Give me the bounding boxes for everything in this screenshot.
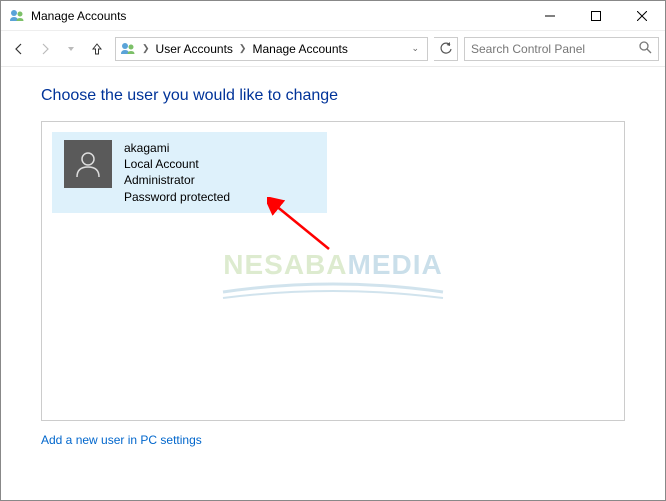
account-role: Administrator: [124, 172, 230, 188]
watermark-swoosh: [218, 274, 448, 304]
up-button[interactable]: [85, 37, 109, 61]
account-name: akagami: [124, 140, 230, 156]
avatar: [64, 140, 112, 188]
navbar: ❯ User Accounts ❯ Manage Accounts ⌄: [1, 31, 665, 67]
refresh-button[interactable]: [434, 37, 458, 61]
forward-button[interactable]: [33, 37, 57, 61]
breadcrumb-icon: [120, 41, 136, 57]
content-area: Choose the user you would like to change…: [1, 67, 665, 500]
app-icon: [9, 8, 25, 24]
breadcrumb[interactable]: ❯ User Accounts ❯ Manage Accounts ⌄: [115, 37, 428, 61]
page-heading: Choose the user you would like to change: [41, 87, 625, 105]
chevron-right-icon[interactable]: ❯: [237, 43, 249, 54]
search-icon[interactable]: [638, 40, 652, 57]
account-info: akagami Local Account Administrator Pass…: [124, 140, 230, 205]
close-button[interactable]: [619, 1, 665, 31]
search-box[interactable]: [464, 37, 659, 61]
account-tile[interactable]: akagami Local Account Administrator Pass…: [52, 132, 327, 213]
chevron-right-icon[interactable]: ❯: [140, 43, 152, 54]
breadcrumb-item-manage-accounts[interactable]: Manage Accounts: [250, 42, 349, 56]
account-type: Local Account: [124, 156, 230, 172]
recent-locations-button[interactable]: [59, 37, 83, 61]
accounts-panel: akagami Local Account Administrator Pass…: [41, 121, 625, 421]
breadcrumb-item-user-accounts[interactable]: User Accounts: [154, 42, 235, 56]
titlebar: Manage Accounts: [1, 1, 665, 31]
add-new-user-link[interactable]: Add a new user in PC settings: [41, 433, 202, 447]
window-title: Manage Accounts: [31, 9, 126, 23]
search-input[interactable]: [471, 42, 638, 56]
watermark: NESABAMEDIA: [223, 249, 442, 281]
maximize-button[interactable]: [573, 1, 619, 31]
minimize-button[interactable]: [527, 1, 573, 31]
back-button[interactable]: [7, 37, 31, 61]
account-protection: Password protected: [124, 189, 230, 205]
breadcrumb-dropdown-icon[interactable]: ⌄: [407, 43, 423, 54]
